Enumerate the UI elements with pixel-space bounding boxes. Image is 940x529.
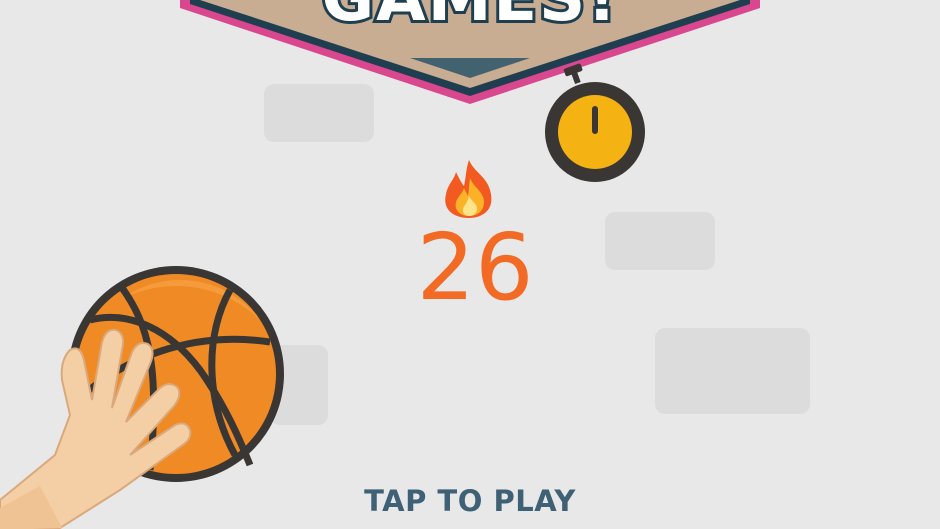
- basketball-with-hand[interactable]: [0, 250, 300, 529]
- game-screen[interactable]: GAMES! 26 TAP TO PLAY: [0, 0, 940, 529]
- tap-to-play-button[interactable]: TAP TO PLAY: [320, 484, 620, 518]
- background-tile: [605, 212, 715, 270]
- fire-icon: [445, 160, 492, 218]
- stopwatch-icon: [545, 63, 645, 182]
- score-counter: 26: [416, 214, 534, 321]
- background-tile: [655, 328, 810, 414]
- game-title: GAMES!: [0, 0, 940, 39]
